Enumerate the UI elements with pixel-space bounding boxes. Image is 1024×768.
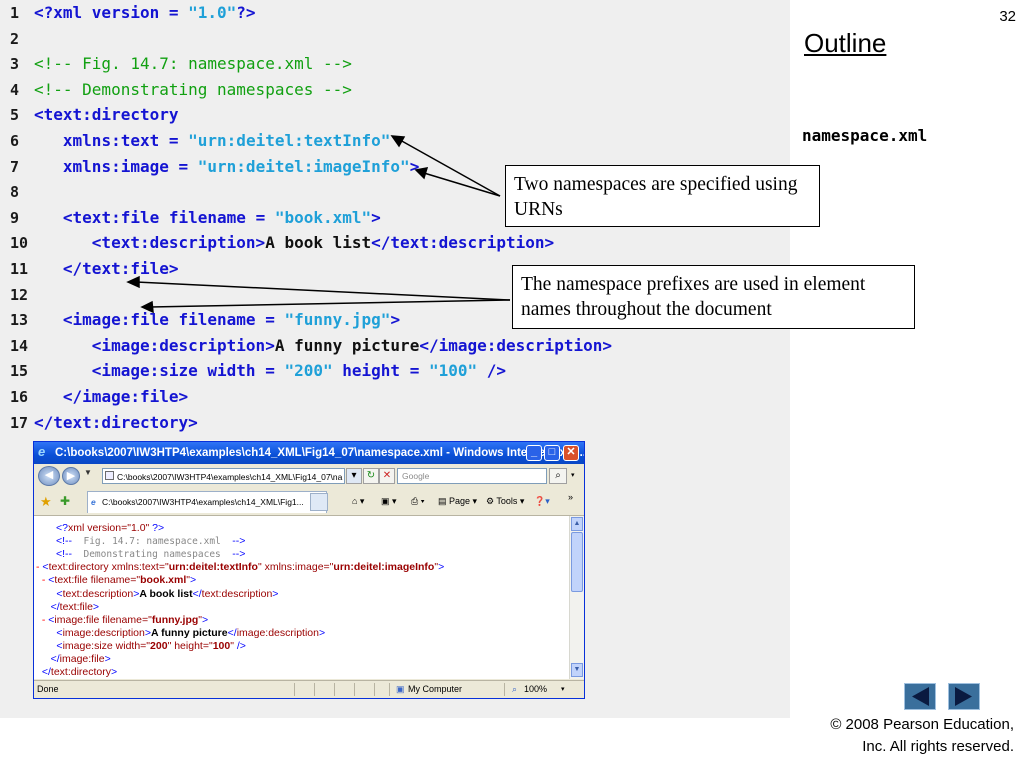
print-icon[interactable]: ⎙ ▾	[411, 493, 424, 509]
vertical-scrollbar[interactable]: ▲ ▼	[569, 516, 584, 679]
tools-menu[interactable]: ⚙ Tools ▾	[486, 493, 524, 509]
browser-window: e C:\books\2007\IW3HTP4\examples\ch14_XM…	[33, 441, 585, 699]
stop-icon[interactable]: ✕	[379, 468, 395, 484]
xml-line: <?xml version="1.0" ?>	[56, 522, 165, 534]
arrow-to-line-7	[423, 172, 501, 197]
ie-logo-icon: e	[38, 444, 46, 459]
forward-button[interactable]: ▶	[62, 467, 80, 485]
slide-number: 32	[999, 8, 1016, 25]
status-divider	[294, 683, 295, 696]
favorites-star-icon[interactable]: ★	[40, 494, 52, 510]
xml-line: </text:file>	[50, 600, 100, 613]
search-options-icon[interactable]: ▾	[571, 471, 575, 479]
xml-line[interactable]: - <text:file filename="book.xml">	[36, 574, 196, 586]
next-slide-button[interactable]	[948, 683, 980, 710]
arrowhead-line-6	[390, 135, 406, 148]
add-favorites-icon[interactable]: ✚	[60, 494, 70, 508]
tab-namespace-xml[interactable]: e C:\books\2007\IW3HTP4\examples\ch14_XM…	[87, 491, 327, 513]
status-divider	[374, 683, 375, 696]
scroll-thumb[interactable]	[571, 532, 583, 592]
refresh-icon[interactable]: ↻	[363, 468, 379, 484]
tab-ie-icon: e	[91, 497, 96, 507]
arrow-to-line-13	[149, 299, 511, 308]
xml-line[interactable]: - <image:file filename="funny.jpg">	[36, 614, 208, 626]
tab-label: C:\books\2007\IW3HTP4\examples\ch14_XML\…	[102, 497, 304, 507]
computer-icon: ▣	[396, 684, 405, 694]
copyright-line: Inc. All rights reserved.	[862, 738, 1014, 755]
arrow-to-line-6	[399, 139, 501, 197]
zoom-icon[interactable]: ⌕	[512, 681, 517, 698]
file-label: namespace.xml	[802, 126, 928, 145]
tab-bar: ★ ✚ e C:\books\2007\IW3HTP4\examples\ch1…	[34, 488, 584, 516]
callout-prefixes: The namespace prefixes are used in eleme…	[512, 265, 915, 329]
arrow-to-line-11	[135, 281, 511, 301]
status-divider	[334, 683, 335, 696]
xml-line[interactable]: - <text:directory xmlns:text="urn:deitel…	[36, 561, 444, 573]
right-arrow-icon	[955, 687, 972, 706]
status-divider	[314, 683, 315, 696]
back-button[interactable]: ◀	[38, 466, 60, 486]
chevron-more-icon[interactable]: »	[568, 489, 573, 505]
tools-menu-label: Tools	[496, 496, 518, 506]
xml-line: <!-- Fig. 14.7: namespace.xml -->	[56, 535, 246, 548]
address-dropdown-button[interactable]: ▾	[346, 468, 362, 484]
minimize-button[interactable]: _	[526, 445, 542, 461]
zoom-dropdown-icon[interactable]: ▾	[561, 681, 565, 698]
status-divider	[389, 683, 390, 696]
status-bar: Done ▣ My Computer ⌕ 100% ▾	[34, 680, 584, 698]
search-placeholder: Google	[402, 471, 430, 481]
xml-view: <?xml version="1.0" ?> <!-- Fig. 14.7: na…	[34, 516, 569, 679]
arrowhead-line-11	[126, 275, 140, 289]
scroll-down-arrow-icon[interactable]: ▼	[571, 663, 583, 677]
zone-text: My Computer	[408, 684, 463, 694]
callout-urns: Two namespaces are specified using URNs	[505, 165, 820, 227]
help-icon[interactable]: ❓▾	[534, 493, 550, 509]
address-text: C:\books\2007\IW3HTP4\examples\ch14_XML\…	[117, 472, 343, 482]
outline-link[interactable]: Outline	[804, 28, 886, 59]
history-dropdown-icon[interactable]: ▼	[84, 468, 92, 477]
arrowhead-line-7	[414, 167, 429, 180]
xml-line: <image:description>A funny picture</imag…	[56, 626, 326, 639]
address-toolbar: ◀ ▶ ▼ C:\books\2007\IW3HTP4\examples\ch1…	[34, 464, 584, 488]
status-divider	[354, 683, 355, 696]
zoom-level[interactable]: 100%	[524, 681, 547, 698]
xml-line: <image:size width="200" height="100" />	[56, 639, 246, 652]
search-icon[interactable]: ⌕	[549, 468, 567, 484]
address-field[interactable]: C:\books\2007\IW3HTP4\examples\ch14_XML\…	[102, 468, 345, 484]
home-icon[interactable]: ⌂ ▾	[352, 493, 364, 509]
page-menu[interactable]: ▤ Page ▾	[438, 493, 477, 509]
xml-line: </image:file>	[50, 653, 111, 665]
title-bar[interactable]: e C:\books\2007\IW3HTP4\examples\ch14_XM…	[34, 442, 584, 464]
feeds-icon[interactable]: ▣ ▾	[381, 493, 397, 509]
previous-slide-button[interactable]	[904, 683, 936, 710]
maximize-button[interactable]: □	[544, 445, 560, 461]
left-arrow-icon	[912, 687, 929, 706]
xml-line: <text:description>A book list</text:desc…	[56, 587, 279, 600]
search-input[interactable]: Google	[397, 468, 547, 484]
page-icon	[105, 471, 114, 480]
arrowhead-line-13	[140, 300, 154, 314]
scroll-up-arrow-icon[interactable]: ▲	[571, 517, 583, 531]
copyright-line: © 2008 Pearson Education,	[830, 716, 1014, 733]
copyright: © 2008 Pearson Education, Inc. All right…	[830, 714, 1014, 758]
status-text: Done	[37, 684, 59, 694]
status-divider	[504, 683, 505, 696]
page-menu-label: Page	[449, 496, 471, 506]
close-button[interactable]: ✕	[563, 445, 579, 461]
window-title: C:\books\2007\IW3HTP4\examples\ch14_XML\…	[55, 447, 585, 459]
xml-line: </text:directory>	[41, 666, 118, 679]
new-tab-button[interactable]	[310, 493, 328, 511]
xml-line: <!-- Demonstrating namespaces -->	[56, 548, 246, 561]
